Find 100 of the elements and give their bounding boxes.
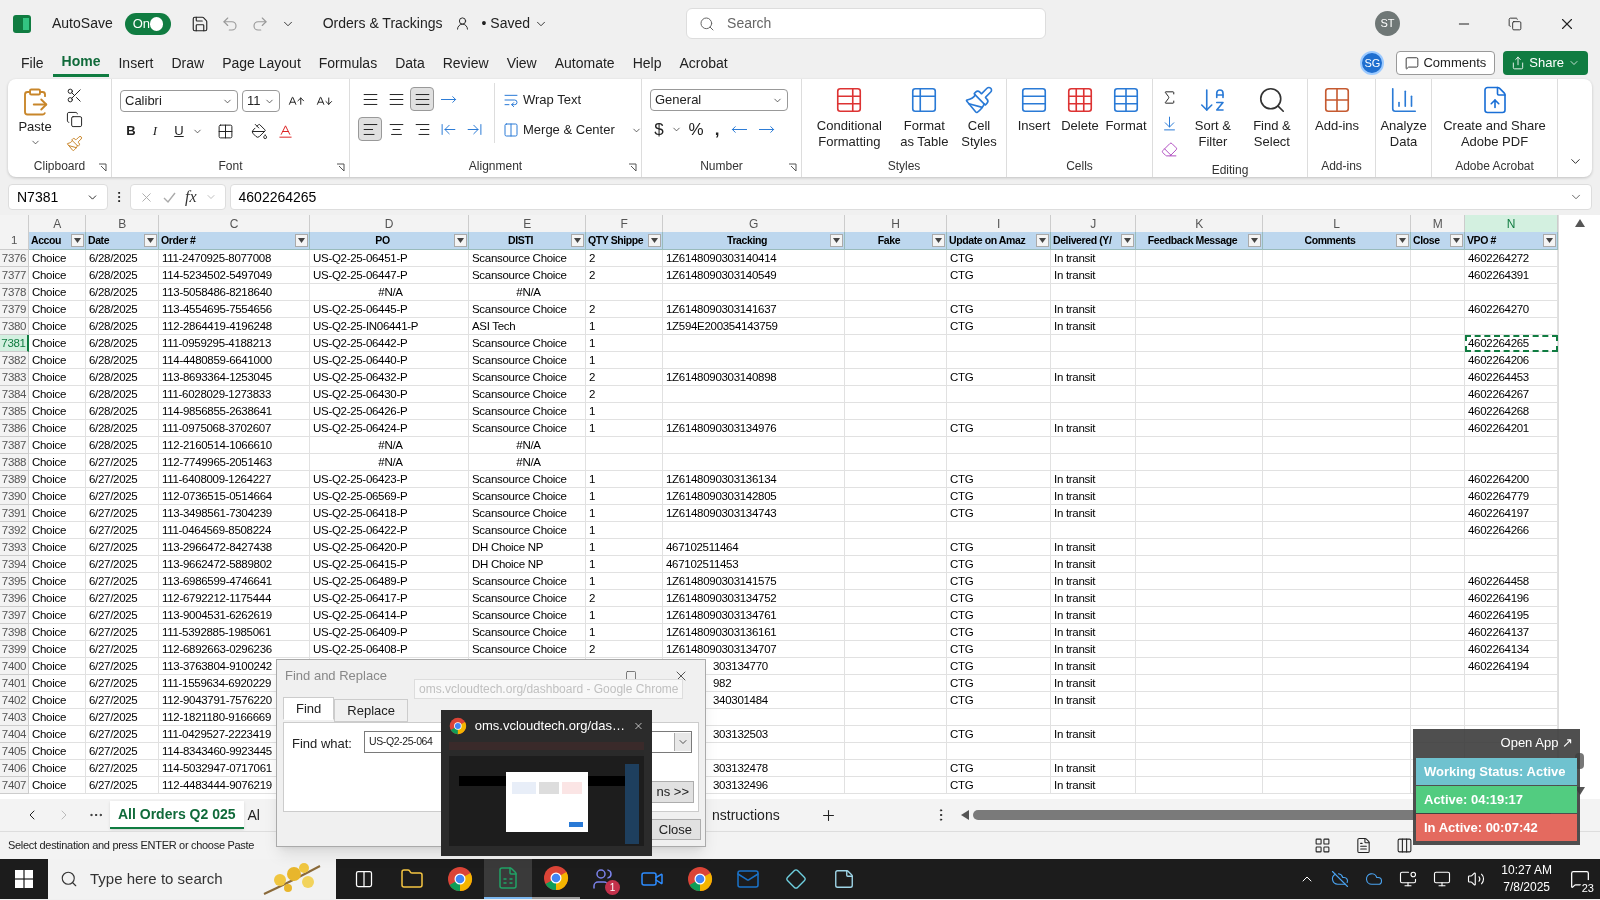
font-size-field[interactable]: 11: [242, 90, 280, 112]
normal-view-icon[interactable]: [1314, 837, 1331, 854]
ribbon-button[interactable]: Format: [1103, 83, 1149, 134]
row-number[interactable]: 7390: [0, 488, 29, 505]
row-number[interactable]: 7394: [0, 556, 29, 573]
row-number[interactable]: 7406: [0, 760, 29, 777]
row-number[interactable]: 7384: [0, 386, 29, 403]
open-app-link[interactable]: Open App ↗: [1500, 733, 1573, 753]
row-number[interactable]: 7382: [0, 352, 29, 369]
row-number[interactable]: 7401: [0, 675, 29, 692]
menu-tab[interactable]: View: [497, 49, 546, 77]
row-number[interactable]: 7385: [0, 403, 29, 420]
sheet-tab[interactable]: Al: [247, 801, 260, 829]
menu-tab[interactable]: Acrobat: [670, 49, 737, 77]
sheet-tab[interactable]: nstructions: [711, 801, 780, 829]
formula-field[interactable]: 4602264265: [229, 184, 1592, 210]
row-number[interactable]: 7387: [0, 437, 29, 454]
row-number[interactable]: 7388: [0, 454, 29, 471]
task-view-icon[interactable]: [354, 869, 374, 889]
row-number[interactable]: 7386: [0, 420, 29, 437]
row-number[interactable]: 7403: [0, 709, 29, 726]
filter-button[interactable]: [932, 234, 945, 247]
ribbon-button[interactable]: Cell Styles: [956, 83, 1002, 150]
row-number[interactable]: 7407: [0, 777, 29, 794]
row-number[interactable]: 1: [0, 232, 29, 251]
filter-button[interactable]: [1121, 234, 1134, 247]
share-button[interactable]: Share: [1503, 51, 1588, 75]
close-button[interactable]: Close: [651, 819, 701, 840]
menu-tab[interactable]: Review: [433, 49, 498, 77]
align-bottom-button[interactable]: [410, 87, 434, 111]
ribbon-button[interactable]: Find & Select: [1240, 83, 1303, 150]
filter-button[interactable]: [295, 234, 308, 247]
start-icon[interactable]: [15, 870, 33, 888]
row-number[interactable]: 7380: [0, 318, 29, 335]
network-icon[interactable]: [1433, 870, 1452, 888]
menu-tab[interactable]: Draw: [162, 49, 214, 77]
ribbon-button[interactable]: Sort & Filter: [1185, 83, 1241, 150]
number-format-field[interactable]: General: [650, 89, 788, 111]
menu-tab[interactable]: Formulas: [309, 49, 387, 77]
filter-button[interactable]: [1036, 234, 1049, 247]
insert-function-button[interactable]: fx: [185, 185, 197, 209]
restore-icon[interactable]: [1508, 16, 1522, 31]
menu-tab[interactable]: Data: [386, 49, 434, 77]
dialog-launcher-icon[interactable]: [628, 163, 637, 172]
row-number[interactable]: 7399: [0, 641, 29, 658]
browser-icon[interactable]: [447, 866, 473, 892]
comments-button[interactable]: Comments: [1396, 51, 1496, 75]
maximize-icon[interactable]: [625, 670, 637, 682]
folder-icon[interactable]: [400, 867, 424, 891]
cloud-icon[interactable]: [1365, 870, 1384, 888]
bold-button[interactable]: B: [120, 119, 142, 143]
filter-button[interactable]: [648, 234, 661, 247]
row-number[interactable]: 7395: [0, 573, 29, 590]
autosave-toggle[interactable]: On: [124, 12, 171, 35]
dialog-launcher-icon[interactable]: [336, 163, 345, 172]
dialog-tab[interactable]: Replace: [334, 699, 408, 722]
paste-button[interactable]: Paste: [12, 83, 58, 148]
dialog-launcher-icon[interactable]: [788, 163, 797, 172]
comma-button[interactable]: ,: [710, 117, 724, 143]
filter-button[interactable]: [71, 234, 84, 247]
browser-icon[interactable]: [687, 866, 713, 892]
row-number[interactable]: 7391: [0, 505, 29, 522]
currency-button[interactable]: $: [650, 117, 668, 143]
row-number[interactable]: 7379: [0, 301, 29, 318]
account-avatar[interactable]: SG: [1360, 51, 1385, 75]
menu-tab[interactable]: Automate: [545, 49, 624, 77]
save-status[interactable]: • Saved: [481, 13, 549, 34]
menu-tab[interactable]: Help: [623, 49, 671, 77]
filter-button[interactable]: [571, 234, 584, 247]
row-number[interactable]: 7402: [0, 692, 29, 709]
dialog-tab[interactable]: Find: [283, 697, 335, 720]
row-number[interactable]: 7383: [0, 369, 29, 386]
taskbar-search-field[interactable]: Type here to search: [48, 859, 336, 899]
ribbon-button[interactable]: Analyze Data: [1380, 83, 1427, 150]
user-avatar[interactable]: ST: [1375, 11, 1400, 36]
ribbon-button[interactable]: Create and Share Adobe PDF: [1436, 83, 1553, 150]
ribbon-button[interactable]: Conditional Formatting: [806, 83, 893, 150]
note-icon[interactable]: [833, 868, 855, 890]
name-box[interactable]: N7381: [8, 184, 108, 210]
filter-button[interactable]: [830, 234, 843, 247]
dialog-launcher-icon[interactable]: [98, 163, 107, 172]
row-number[interactable]: 7400: [0, 658, 29, 675]
row-number[interactable]: 7396: [0, 590, 29, 607]
save-icon[interactable]: [190, 14, 209, 33]
clock-date[interactable]: 7/8/2025: [1503, 879, 1550, 896]
row-number[interactable]: 7377: [0, 267, 29, 284]
page-break-icon[interactable]: [1396, 837, 1413, 854]
row-number[interactable]: 7389: [0, 471, 29, 488]
spreadsheet-icon[interactable]: [496, 866, 520, 890]
cloud-icon[interactable]: [1331, 870, 1350, 888]
filter-button[interactable]: [1450, 234, 1463, 247]
ribbon-button[interactable]: Format as Table: [892, 83, 956, 150]
row-number[interactable]: 7381: [0, 335, 29, 352]
filter-button[interactable]: [1396, 234, 1409, 247]
font-name-field[interactable]: Calibri: [120, 90, 238, 112]
filter-button[interactable]: [454, 234, 467, 247]
monitor-icon[interactable]: [1399, 870, 1418, 888]
percent-button[interactable]: %: [685, 117, 707, 143]
page-layout-icon[interactable]: [1355, 837, 1372, 854]
align-left-button[interactable]: [358, 117, 382, 141]
